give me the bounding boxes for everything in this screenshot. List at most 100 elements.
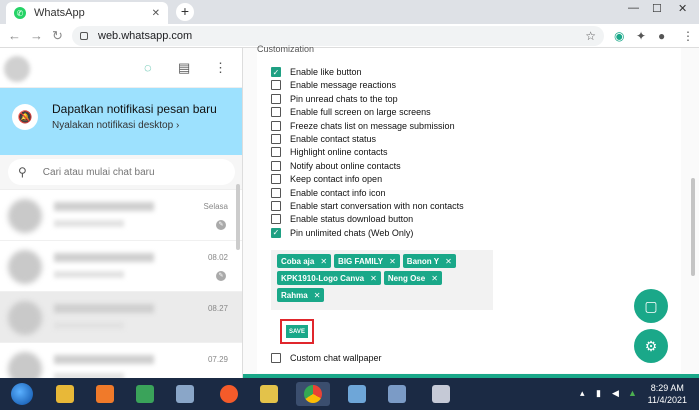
new-chat-icon[interactable]: ▤ bbox=[178, 60, 190, 76]
file-explorer-icon[interactable] bbox=[48, 382, 82, 406]
app-chart-icon[interactable] bbox=[128, 382, 162, 406]
checkbox[interactable]: ✓ bbox=[271, 67, 281, 77]
checkbox[interactable] bbox=[271, 353, 281, 363]
menu-dots-icon[interactable]: ⋮ bbox=[214, 60, 227, 76]
option-label: Highlight online contacts bbox=[290, 147, 388, 158]
pinned-chat-tag: BIG FAMILY ✕ bbox=[334, 254, 400, 268]
notification-banner[interactable]: 🔕 Dapatkan notifikasi pesan baru Nyalaka… bbox=[0, 88, 242, 155]
option-label: Enable start conversation with non conta… bbox=[290, 201, 464, 211]
checkbox[interactable] bbox=[271, 80, 281, 91]
pinned-chats-tags[interactable]: Coba aja ✕ BIG FAMILY ✕ Banon Y ✕ KPK1910-Logo… bbox=[271, 250, 493, 310]
window-app-icon[interactable] bbox=[340, 382, 374, 406]
option-label: Keep contact info open bbox=[290, 174, 383, 185]
checkbox[interactable] bbox=[271, 147, 281, 158]
option-row[interactable]: Freeze chats list on message submission bbox=[271, 120, 455, 132]
checkbox[interactable] bbox=[271, 201, 281, 211]
option-label: Enable message reactions bbox=[290, 80, 397, 91]
back-icon[interactable]: ← bbox=[8, 28, 21, 43]
chat-list-item[interactable]: Selasa ✎ bbox=[0, 190, 242, 241]
search-input[interactable] bbox=[42, 166, 213, 178]
url-text: web.whatsapp.com bbox=[98, 30, 193, 42]
tag-label: Banon Y bbox=[406, 256, 440, 266]
chat-list-item[interactable]: 08.02 ✎ bbox=[0, 241, 242, 292]
remove-tag-icon[interactable]: ✕ bbox=[389, 257, 396, 266]
bookmark-star-icon[interactable]: ☆ bbox=[585, 29, 596, 43]
settings-scrollbar[interactable] bbox=[691, 178, 695, 276]
option-row[interactable]: ✓ Enable like button bbox=[271, 66, 362, 78]
system-clock[interactable]: 8:29 AM 11/4/2021 bbox=[648, 382, 687, 406]
checkbox[interactable] bbox=[271, 160, 281, 171]
option-row[interactable]: Enable full screen on large screens bbox=[271, 106, 431, 118]
browser-menu-icon[interactable]: ⋮ bbox=[682, 29, 694, 43]
browser-tab-whatsapp[interactable]: ✆ WhatsApp ✕ bbox=[6, 2, 168, 24]
checkbox[interactable] bbox=[271, 120, 281, 131]
paint-icon[interactable] bbox=[424, 382, 458, 406]
checkbox[interactable]: ✓ bbox=[271, 227, 281, 238]
remove-tag-icon[interactable]: ✕ bbox=[314, 291, 321, 300]
checkbox[interactable] bbox=[271, 93, 281, 104]
clock-time: 8:29 AM bbox=[650, 383, 684, 393]
save-button[interactable]: SAVE bbox=[286, 325, 308, 338]
option-label: Pin unread chats to the top bbox=[290, 93, 398, 104]
chat-time: 08.27 bbox=[207, 304, 228, 313]
tab-close-icon[interactable]: ✕ bbox=[152, 8, 160, 19]
search-bar: ⚲ bbox=[0, 155, 242, 190]
notification-link[interactable]: Nyalakan notifikasi desktop › bbox=[52, 120, 179, 131]
option-row[interactable]: Enable contact status bbox=[271, 133, 376, 145]
checkbox[interactable] bbox=[271, 134, 281, 144]
remove-tag-icon[interactable]: ✕ bbox=[445, 257, 452, 266]
calculator-icon[interactable] bbox=[168, 382, 202, 406]
windows-taskbar: ▴ ▮ ◀ ▲ 8:29 AM 11/4/2021 bbox=[0, 378, 699, 410]
address-bar[interactable]: web.whatsapp.com ☆ bbox=[72, 26, 604, 46]
pen-tool-icon[interactable] bbox=[252, 382, 286, 406]
firefox-icon[interactable] bbox=[212, 382, 246, 406]
option-row[interactable]: Enable contact info icon bbox=[271, 187, 386, 199]
option-row[interactable]: Highlight online contacts bbox=[271, 146, 388, 158]
maximize-icon[interactable]: ☐ bbox=[652, 2, 662, 15]
network-app-icon[interactable] bbox=[380, 382, 414, 406]
chrome-icon[interactable] bbox=[296, 382, 330, 406]
chat-list-scrollbar[interactable] bbox=[236, 184, 240, 250]
tray-network-icon[interactable]: ▮ bbox=[596, 388, 601, 399]
profile-avatar-icon[interactable]: ● bbox=[658, 29, 665, 43]
settings-gear-icon[interactable]: ⚙ bbox=[634, 329, 668, 363]
remove-tag-icon[interactable]: ✕ bbox=[320, 257, 327, 266]
chat-list-item[interactable]: 07.29 bbox=[0, 343, 242, 378]
option-row[interactable]: ✓ Pin unlimited chats (Web Only) bbox=[271, 227, 413, 239]
option-row[interactable]: Enable status download button bbox=[271, 213, 413, 225]
remove-tag-icon[interactable]: ✕ bbox=[431, 274, 438, 283]
status-icon[interactable]: ◌ bbox=[144, 60, 152, 75]
option-row[interactable]: Enable start conversation with non conta… bbox=[271, 200, 464, 212]
forward-icon[interactable]: → bbox=[30, 28, 43, 43]
checkbox[interactable] bbox=[271, 107, 281, 118]
sticker-icon[interactable]: ▢ bbox=[634, 289, 668, 323]
chat-time: 08.02 bbox=[207, 253, 228, 262]
tray-volume-icon[interactable]: ◀ bbox=[612, 388, 619, 399]
option-row[interactable]: Keep contact info open bbox=[271, 173, 382, 185]
option-row[interactable]: Pin unread chats to the top bbox=[271, 93, 398, 105]
chat-avatar bbox=[8, 250, 42, 284]
tray-app-icon[interactable]: ▲ bbox=[628, 388, 637, 398]
option-label: Freeze chats list on message submission bbox=[290, 120, 455, 131]
checkbox[interactable] bbox=[271, 187, 281, 198]
extensions-puzzle-icon[interactable]: ✦ bbox=[636, 29, 646, 43]
tag-label: BIG FAMILY bbox=[338, 256, 384, 266]
remove-tag-icon[interactable]: ✕ bbox=[370, 274, 377, 283]
xampp-icon[interactable] bbox=[88, 382, 122, 406]
checkbox[interactable] bbox=[271, 174, 281, 185]
minimize-icon[interactable]: — bbox=[628, 2, 639, 14]
tray-chevron-icon[interactable]: ▴ bbox=[580, 388, 585, 399]
reload-icon[interactable]: ↻ bbox=[52, 28, 63, 44]
chat-list-item[interactable]: 08.27 bbox=[0, 292, 242, 343]
option-custom-wallpaper[interactable]: Custom chat wallpaper bbox=[271, 352, 382, 364]
avatar[interactable] bbox=[4, 56, 30, 82]
close-window-icon[interactable]: ✕ bbox=[678, 2, 687, 15]
option-row[interactable]: Enable message reactions bbox=[271, 79, 396, 91]
checkbox[interactable] bbox=[271, 214, 281, 225]
new-tab-button[interactable]: + bbox=[176, 3, 194, 21]
pinned-chat-tag: Coba aja ✕ bbox=[277, 254, 332, 268]
start-button[interactable] bbox=[4, 382, 40, 406]
extension-eye-icon[interactable]: ◉ bbox=[614, 29, 624, 43]
option-row[interactable]: Notify about online contacts bbox=[271, 160, 401, 172]
search-icon: ⚲ bbox=[18, 165, 27, 179]
